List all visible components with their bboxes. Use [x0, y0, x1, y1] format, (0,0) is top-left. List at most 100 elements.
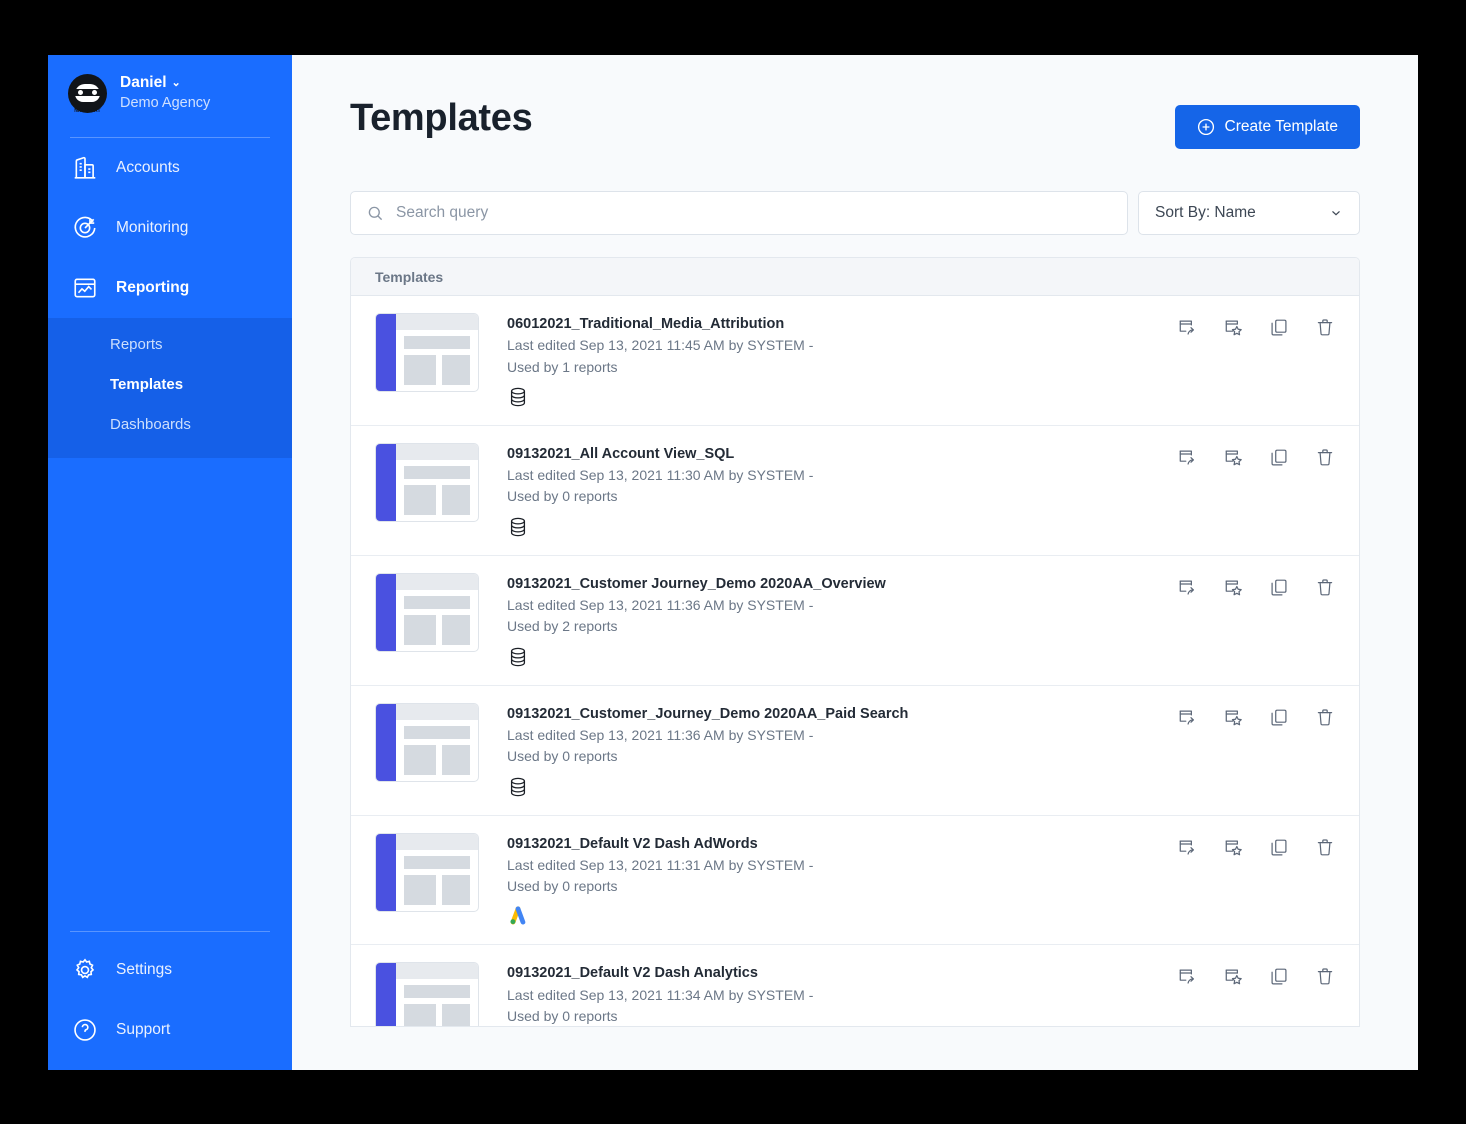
sidebar-item-label: Accounts	[116, 159, 180, 177]
search-input[interactable]	[396, 204, 1111, 222]
template-thumbnail[interactable]	[375, 832, 479, 912]
template-info: 09132021_Customer_Journey_Demo 2020AA_Pa…	[507, 703, 1149, 798]
delete-template-icon[interactable]	[1315, 318, 1335, 338]
sidebar-item-label: Settings	[116, 961, 173, 978]
duplicate-template-icon[interactable]	[1269, 967, 1289, 987]
template-source-row	[507, 776, 1149, 798]
sidebar-item-label: Monitoring	[116, 219, 189, 237]
table-row[interactable]: 09132021_Customer_Journey_Demo 2020AA_Pa…	[351, 686, 1359, 816]
database-icon	[507, 776, 529, 798]
sidebar: NINJACAT Daniel ⌄ Demo Agency Accounts M…	[48, 55, 292, 1070]
template-meta-line1: Last edited Sep 13, 2021 11:36 AM by SYS…	[507, 726, 814, 743]
sidebar-subnav-reporting: Reports Templates Dashboards	[48, 318, 292, 459]
template-info: 09132021_Default V2 Dash AdWords Last edi…	[507, 833, 1149, 928]
template-title[interactable]: 09132021_Customer Journey_Demo 2020AA_Ov…	[507, 574, 1149, 594]
template-source-row	[507, 646, 1149, 668]
template-row-actions	[1177, 833, 1335, 858]
favorite-template-icon[interactable]	[1223, 318, 1243, 338]
delete-template-icon[interactable]	[1315, 448, 1335, 468]
share-template-icon[interactable]	[1177, 838, 1197, 858]
template-thumbnail[interactable]	[375, 962, 479, 1026]
table-row[interactable]: 09132021_Customer Journey_Demo 2020AA_Ov…	[351, 556, 1359, 686]
page-header: Templates Create Template	[350, 97, 1360, 149]
template-title[interactable]: 09132021_Default V2 Dash Analytics	[507, 963, 1149, 983]
share-template-icon[interactable]	[1177, 967, 1197, 987]
template-meta-line2: Used by 1 reports	[507, 358, 618, 375]
favorite-template-icon[interactable]	[1223, 967, 1243, 987]
template-info: 09132021_All Account View_SQL Last edited…	[507, 443, 1149, 538]
delete-template-icon[interactable]	[1315, 708, 1335, 728]
sidebar-subitem-label: Reports	[110, 335, 163, 353]
sidebar-item-monitoring[interactable]: Monitoring	[48, 198, 292, 258]
template-title[interactable]: 09132021_All Account View_SQL	[507, 444, 1149, 464]
sidebar-item-accounts[interactable]: Accounts	[48, 138, 292, 198]
brand-user-block[interactable]: NINJACAT Daniel ⌄ Demo Agency	[48, 55, 292, 127]
logo-wordmark: NINJACAT	[74, 107, 101, 114]
duplicate-template-icon[interactable]	[1269, 318, 1289, 338]
template-info: 09132021_Default V2 Dash Analytics Last e…	[507, 962, 1149, 1026]
sidebar-item-support[interactable]: Support	[48, 1000, 292, 1060]
template-info: 06012021_Traditional_Media_Attribution La…	[507, 313, 1149, 408]
share-template-icon[interactable]	[1177, 708, 1197, 728]
app-window: NINJACAT Daniel ⌄ Demo Agency Accounts M…	[48, 55, 1418, 1070]
template-thumbnail[interactable]	[375, 313, 479, 392]
template-title[interactable]: 09132021_Customer_Journey_Demo 2020AA_Pa…	[507, 704, 1149, 724]
sort-by-select[interactable]: Sort By: Name	[1138, 191, 1360, 235]
create-template-button[interactable]: Create Template	[1174, 105, 1360, 149]
page-title: Templates	[350, 97, 533, 139]
sidebar-item-label: Reporting	[116, 279, 190, 297]
template-meta-line2: Used by 0 reports	[507, 488, 618, 505]
search-box[interactable]	[350, 191, 1128, 235]
table-row[interactable]: 06012021_Traditional_Media_Attribution La…	[351, 296, 1359, 426]
share-template-icon[interactable]	[1177, 448, 1197, 468]
template-meta-line2: Used by 0 reports	[507, 878, 618, 895]
google-ads-icon	[507, 905, 529, 927]
delete-template-icon[interactable]	[1315, 967, 1335, 987]
sidebar-item-dashboards[interactable]: Dashboards	[48, 404, 292, 444]
template-thumbnail[interactable]	[375, 572, 479, 652]
delete-template-icon[interactable]	[1315, 578, 1335, 598]
template-row-actions	[1177, 443, 1335, 468]
duplicate-template-icon[interactable]	[1269, 448, 1289, 468]
favorite-template-icon[interactable]	[1223, 838, 1243, 858]
template-meta-line1: Last edited Sep 13, 2021 11:45 AM by SYS…	[507, 337, 814, 354]
template-title[interactable]: 09132021_Default V2 Dash AdWords	[507, 834, 1149, 854]
favorite-template-icon[interactable]	[1223, 578, 1243, 598]
duplicate-template-icon[interactable]	[1269, 578, 1289, 598]
templates-rows: 06012021_Traditional_Media_Attribution La…	[351, 296, 1359, 1026]
plus-circle-icon	[1197, 118, 1214, 136]
sidebar-item-templates[interactable]: Templates	[48, 364, 292, 404]
template-meta-line1: Last edited Sep 13, 2021 11:34 AM by SYS…	[507, 986, 814, 1003]
table-row[interactable]: 09132021_Default V2 Dash Analytics Last e…	[351, 945, 1359, 1026]
target-icon	[74, 217, 96, 239]
sidebar-item-reports[interactable]: Reports	[48, 324, 292, 364]
share-template-icon[interactable]	[1177, 578, 1197, 598]
favorite-template-icon[interactable]	[1223, 448, 1243, 468]
duplicate-template-icon[interactable]	[1269, 838, 1289, 858]
sidebar-subitem-label: Templates	[110, 375, 184, 393]
favorite-template-icon[interactable]	[1223, 708, 1243, 728]
template-row-actions	[1177, 313, 1335, 338]
sidebar-item-reporting[interactable]: Reporting	[48, 258, 292, 318]
template-thumbnail[interactable]	[375, 702, 479, 782]
org-name: Demo Agency	[120, 94, 211, 111]
template-meta-line2: Used by 2 reports	[507, 618, 618, 635]
template-thumbnail[interactable]	[375, 442, 479, 522]
duplicate-template-icon[interactable]	[1269, 708, 1289, 728]
main-content: Templates Create Template Search query S…	[292, 55, 1418, 1070]
sidebar-item-settings[interactable]: Settings	[48, 940, 292, 1000]
chevron-down-icon[interactable]: ⌄	[172, 77, 181, 89]
building-icon	[74, 157, 96, 180]
share-template-icon[interactable]	[1177, 318, 1197, 338]
chevron-down-icon	[1332, 210, 1340, 216]
filter-bar: Sort By: Name	[350, 191, 1360, 235]
template-row-actions	[1177, 962, 1335, 987]
template-source-row	[507, 905, 1149, 927]
template-title[interactable]: 06012021_Traditional_Media_Attribution	[507, 314, 1149, 334]
table-row[interactable]: 09132021_Default V2 Dash AdWords Last edi…	[351, 816, 1359, 946]
delete-template-icon[interactable]	[1315, 838, 1335, 858]
table-row[interactable]: 09132021_All Account View_SQL Last edited…	[351, 426, 1359, 556]
ninjacat-logo-icon: NINJACAT	[68, 73, 107, 114]
template-meta-line2: Used by 0 reports	[507, 1008, 618, 1025]
